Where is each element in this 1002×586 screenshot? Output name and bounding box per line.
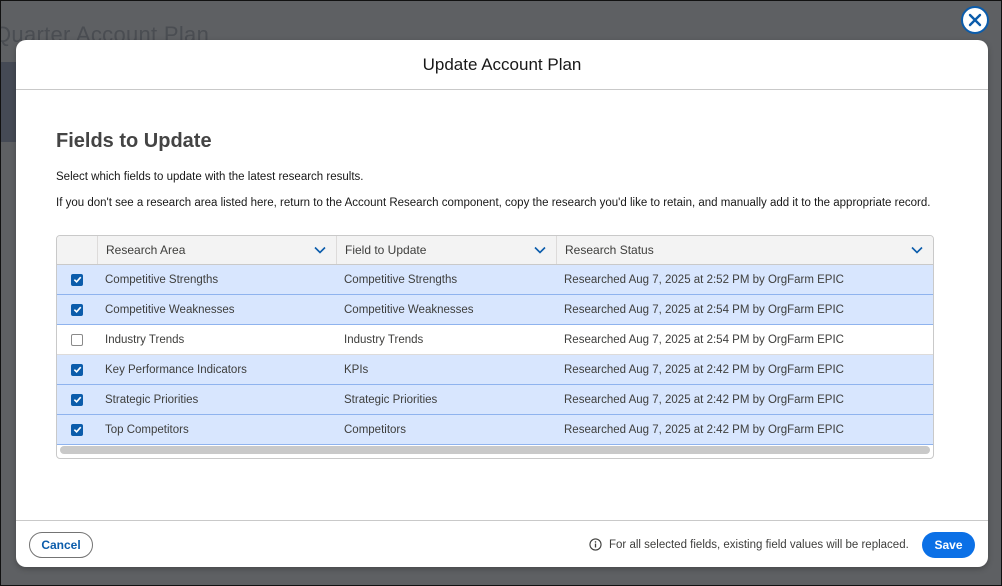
field-to-update-cell: KPIs [344, 363, 369, 376]
fields-table: Research Area Field to Update Research S… [56, 235, 934, 459]
checkmark-icon [73, 426, 81, 434]
table-row[interactable]: Industry Trends Industry Trends Research… [57, 325, 933, 355]
info-icon [589, 538, 602, 551]
table-row[interactable]: Competitive Weaknesses Competitive Weakn… [57, 295, 933, 325]
table-row[interactable]: Strategic Priorities Strategic Prioritie… [57, 385, 933, 415]
modal-content: Fields to Update Select which fields to … [56, 130, 950, 209]
checkmark-icon [73, 306, 81, 314]
field-to-update-cell: Strategic Priorities [344, 393, 438, 406]
row-checkbox[interactable] [71, 333, 83, 346]
research-area-cell: Strategic Priorities [105, 393, 199, 406]
description-text: Select which fields to update with the l… [56, 171, 364, 183]
table-row[interactable]: Key Performance Indicators KPIs Research… [57, 355, 933, 385]
row-checkbox[interactable] [71, 393, 83, 406]
checkmark-icon [73, 396, 81, 404]
column-header-label: Field to Update [345, 243, 427, 257]
research-area-cell: Top Competitors [105, 423, 189, 436]
research-status-cell: Researched Aug 7, 2025 at 2:54 PM by Org… [564, 303, 844, 316]
checkmark-icon [73, 366, 81, 374]
research-area-cell: Industry Trends [105, 333, 185, 346]
row-checkbox[interactable] [71, 423, 83, 436]
table-body: Competitive Strengths Competitive Streng… [57, 265, 933, 445]
field-to-update-cell: Competitive Strengths [344, 273, 458, 286]
field-to-update-cell: Competitive Weaknesses [344, 303, 474, 316]
replace-warning: For all selected fields, existing field … [589, 538, 909, 551]
research-status-cell: Researched Aug 7, 2025 at 2:42 PM by Org… [564, 393, 844, 406]
column-header-label: Research Area [106, 243, 186, 257]
help-text: If you don't see a research area listed … [56, 197, 931, 209]
column-header-research-status[interactable]: Research Status [556, 236, 933, 264]
research-status-cell: Researched Aug 7, 2025 at 2:42 PM by Org… [564, 363, 844, 376]
column-header-label: Research Status [565, 243, 654, 257]
column-header-research-area[interactable]: Research Area [97, 236, 336, 264]
cancel-button[interactable]: Cancel [29, 532, 93, 558]
field-to-update-cell: Competitors [344, 423, 406, 436]
table-header: Research Area Field to Update Research S… [57, 236, 933, 265]
horizontal-scrollbar[interactable] [60, 446, 930, 454]
research-area-cell: Key Performance Indicators [105, 363, 247, 376]
row-checkbox[interactable] [71, 363, 83, 376]
select-column-header [57, 236, 97, 264]
modal-header: Update Account Plan [16, 40, 988, 90]
replace-warning-text: For all selected fields, existing field … [609, 538, 909, 551]
modal-title: Update Account Plan [422, 54, 582, 74]
column-header-field-to-update[interactable]: Field to Update [336, 236, 556, 264]
table-row[interactable]: Top Competitors Competitors Researched A… [57, 415, 933, 445]
save-button[interactable]: Save [922, 532, 975, 558]
research-area-cell: Competitive Weaknesses [105, 303, 235, 316]
chevron-down-icon[interactable] [314, 245, 326, 255]
research-area-cell: Competitive Strengths [105, 273, 219, 286]
row-checkbox[interactable] [71, 303, 83, 316]
modal-footer: Cancel For all selected fields, existing… [16, 520, 988, 567]
research-status-cell: Researched Aug 7, 2025 at 2:42 PM by Org… [564, 423, 844, 436]
close-button[interactable] [961, 6, 989, 34]
checkmark-icon [73, 276, 81, 284]
row-checkbox[interactable] [71, 273, 83, 286]
chevron-down-icon[interactable] [534, 245, 546, 255]
close-icon [968, 13, 982, 27]
field-to-update-cell: Industry Trends [344, 333, 424, 346]
table-row[interactable]: Competitive Strengths Competitive Streng… [57, 265, 933, 295]
chevron-down-icon[interactable] [911, 245, 923, 255]
update-account-plan-modal: Update Account Plan Fields to Update Sel… [16, 40, 988, 567]
section-title: Fields to Update [56, 130, 212, 152]
research-status-cell: Researched Aug 7, 2025 at 2:54 PM by Org… [564, 333, 844, 346]
research-status-cell: Researched Aug 7, 2025 at 2:52 PM by Org… [564, 273, 844, 286]
